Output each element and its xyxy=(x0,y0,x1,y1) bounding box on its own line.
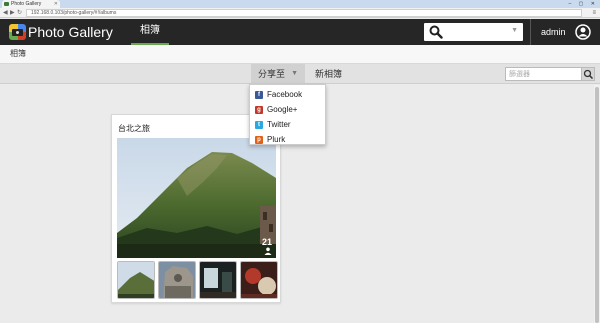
filter-field[interactable] xyxy=(505,67,582,81)
album-thumbnail[interactable] xyxy=(240,261,278,299)
search-icon xyxy=(429,25,443,39)
reload-icon[interactable]: ↻ xyxy=(17,8,22,18)
window-controls[interactable]: – ▢ ✕ xyxy=(569,0,598,8)
tab-albums[interactable]: 相簿 xyxy=(131,19,169,45)
breadcrumb-bar: 相簿 xyxy=(0,45,600,64)
share-menu-item-googleplus[interactable]: g Google+ xyxy=(250,102,325,117)
favicon-icon xyxy=(4,2,9,6)
album-thumbnail[interactable] xyxy=(199,261,237,299)
header-divider xyxy=(530,19,531,45)
share-menu: f Facebook g Google+ t Twitter p Plurk xyxy=(249,84,326,145)
filter-input[interactable] xyxy=(506,68,581,81)
share-button-label: 分享至 xyxy=(258,69,286,79)
share-menu-item-label: Twitter xyxy=(267,120,291,129)
share-menu-item-label: Plurk xyxy=(267,135,286,144)
search-icon xyxy=(583,69,594,80)
breadcrumb[interactable]: 相簿 xyxy=(10,45,26,62)
share-menu-item-facebook[interactable]: f Facebook xyxy=(250,87,325,102)
tab-close-icon[interactable]: ✕ xyxy=(54,0,58,8)
facebook-icon: f xyxy=(255,91,263,99)
photo-count: 21 xyxy=(261,237,272,247)
username[interactable]: admin xyxy=(541,19,566,45)
album-thumbnails xyxy=(117,261,278,299)
share-menu-item-label: Facebook xyxy=(267,90,303,99)
share-button[interactable]: 分享至 ▼ xyxy=(251,64,305,84)
back-icon[interactable]: ◀ xyxy=(3,8,8,18)
plurk-icon: p xyxy=(255,136,263,144)
browser-tab-title: Photo Gallery xyxy=(11,1,42,7)
scrollbar-thumb[interactable] xyxy=(595,87,599,323)
browser-tab[interactable]: Photo Gallery ✕ xyxy=(2,0,60,8)
toolbar: 分享至 ▼ 新相簿 xyxy=(0,64,600,84)
twitter-icon: t xyxy=(255,121,263,129)
url-field[interactable]: 192.168.0.103/photo-gallery/#!/albums xyxy=(26,9,582,17)
share-menu-item-label: Google+ xyxy=(267,105,298,114)
address-bar: ◀ ▶ ↻ 192.168.0.103/photo-gallery/#!/alb… xyxy=(0,8,600,18)
person-icon xyxy=(264,247,272,255)
album-thumbnail[interactable] xyxy=(158,261,196,299)
share-menu-item-twitter[interactable]: t Twitter xyxy=(250,117,325,132)
album-title: 台北之旅 xyxy=(118,124,150,133)
search-box[interactable]: ▼ xyxy=(424,23,523,41)
forward-icon[interactable]: ▶ xyxy=(10,8,15,18)
album-cover-image[interactable]: 21 xyxy=(117,138,276,258)
app-title: Photo Gallery xyxy=(28,24,113,40)
chevron-down-icon: ▼ xyxy=(291,70,298,77)
album-thumbnail[interactable] xyxy=(117,261,155,299)
user-avatar-icon[interactable] xyxy=(575,24,591,40)
googleplus-icon: g xyxy=(255,106,263,114)
browser-menu-icon[interactable]: ≡ xyxy=(592,9,596,17)
browser-tab-strip: Photo Gallery ✕ – ▢ ✕ xyxy=(0,0,600,8)
filter-search-button[interactable] xyxy=(582,67,595,81)
new-album-button[interactable]: 新相簿 xyxy=(315,64,342,84)
share-menu-item-plurk[interactable]: p Plurk xyxy=(250,132,325,147)
photo-count-badge: 21 xyxy=(262,237,272,255)
photo-gallery-logo-icon xyxy=(9,24,26,40)
chevron-down-icon[interactable]: ▼ xyxy=(511,27,518,34)
